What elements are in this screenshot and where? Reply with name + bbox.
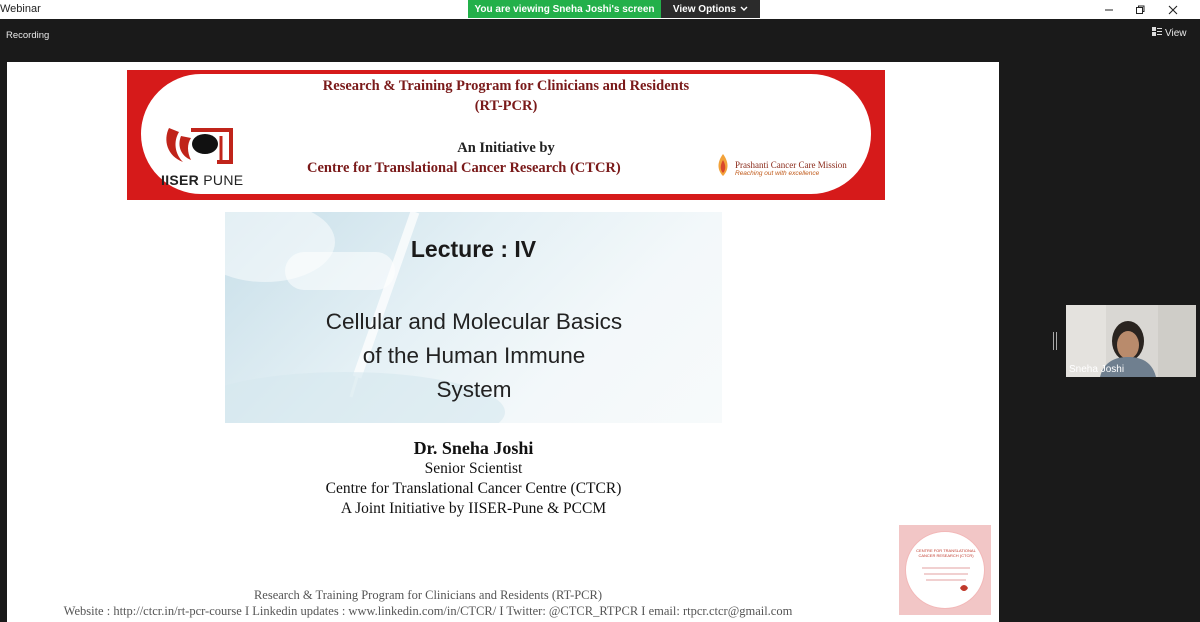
view-options-button[interactable]: View Options — [661, 0, 760, 18]
stamp-circle: CENTRE FOR TRANSLATIONAL CANCER RESEARCH… — [905, 531, 985, 609]
pccm-logo-icon — [713, 152, 733, 178]
shared-screen-slide: Research & Training Program for Clinicia… — [7, 62, 999, 622]
lecture-topic-line: of the Human Immune — [362, 343, 586, 368]
footer-program-line: Research & Training Program for Clinicia… — [253, 588, 603, 602]
program-title: Research & Training Program for Clinicia… — [322, 78, 690, 94]
app-title: Webinar — [0, 3, 41, 15]
pccm-name: Prashanti Cancer Care Mission — [735, 160, 847, 170]
program-header-inner: Research & Training Program for Clinicia… — [141, 74, 871, 194]
speaker-role: Senior Scientist — [424, 460, 523, 477]
recording-indicator: Recording — [6, 30, 50, 41]
lecture-topic: Cellular and Molecular Basics of the Hum… — [269, 305, 679, 407]
speaker-organization: Centre for Translational Cancer Centre (… — [325, 480, 622, 497]
lecture-topic-line: Cellular and Molecular Basics — [325, 309, 623, 334]
panel-resize-handle[interactable] — [1053, 332, 1057, 350]
view-grid-icon — [1152, 27, 1162, 39]
speaker-name: Dr. Sneha Joshi — [413, 438, 534, 458]
program-header-banner: Research & Training Program for Clinicia… — [127, 70, 885, 200]
footer-contact-line: Website : http://ctcr.in/rt-pcr-course I… — [63, 604, 793, 618]
share-message: You are viewing Sneha Joshi's screen — [468, 0, 661, 18]
view-button[interactable]: View — [1152, 27, 1187, 39]
close-icon[interactable] — [1158, 0, 1188, 19]
participant-name: Sneha Joshi — [1069, 364, 1125, 375]
iiser-logo-text: IISER PUNE — [161, 172, 244, 188]
centre-name: Centre for Translational Cancer Research… — [307, 160, 621, 176]
ctcr-stamp-image: CENTRE FOR TRANSLATIONAL CANCER RESEARCH… — [899, 525, 991, 615]
chevron-down-icon — [740, 4, 748, 15]
screen-share-banner: You are viewing Sneha Joshi's screen Vie… — [468, 0, 760, 18]
view-options-label: View Options — [672, 3, 737, 15]
lecture-topic-line: System — [436, 377, 512, 402]
lecture-number: Lecture : IV — [410, 236, 537, 262]
program-abbreviation: (RT-PCR) — [474, 98, 538, 114]
pccm-tagline: Reaching out with excellence — [735, 170, 820, 177]
maximize-icon[interactable] — [1125, 0, 1155, 19]
lecture-title-card: Lecture : IV Cellular and Molecular Basi… — [225, 212, 722, 423]
speaker-joint-initiative: A Joint Initiative by IISER-Pune & PCCM — [340, 500, 607, 517]
minimize-icon[interactable] — [1094, 0, 1124, 19]
view-label: View — [1165, 27, 1187, 39]
window-titlebar: Webinar You are viewing Sneha Joshi's sc… — [0, 0, 1200, 19]
